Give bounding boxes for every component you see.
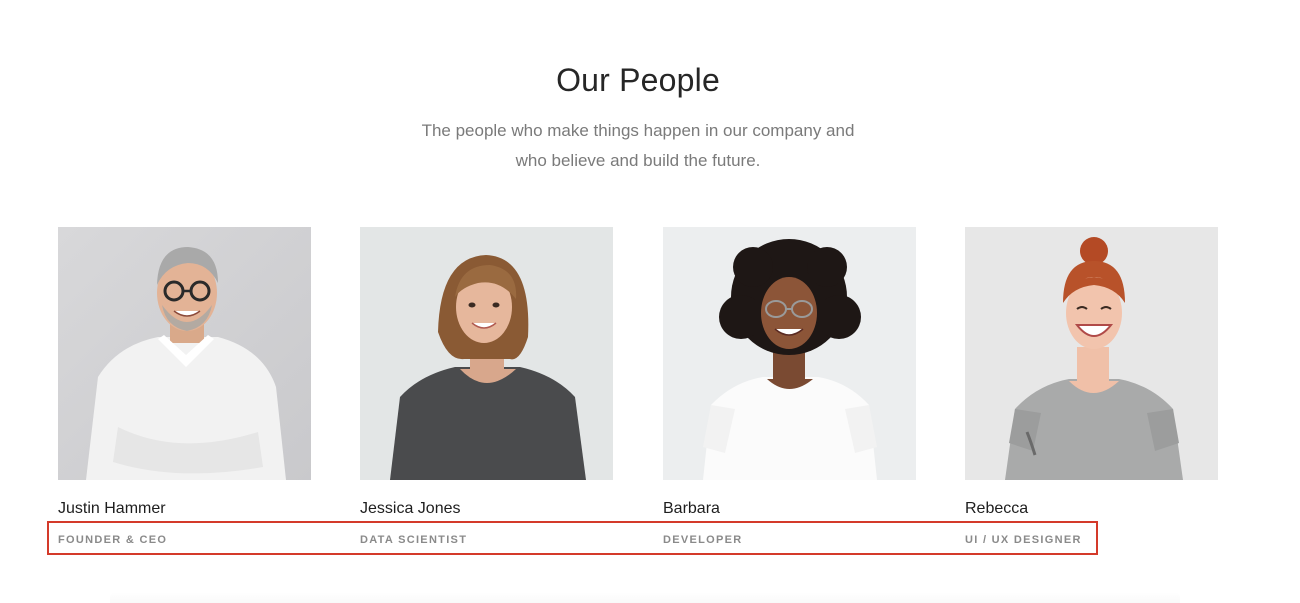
team-member-card[interactable]: Justin Hammer FOUNDER & CEO	[58, 227, 311, 546]
team-member-name: Jessica Jones	[360, 500, 461, 517]
woman-red-bun-grey-tshirt-photo	[965, 227, 1218, 480]
subtitle-line-1: The people who make things happen in our…	[421, 121, 855, 140]
team-member-card[interactable]: Rebecca UI / UX DESIGNER	[965, 227, 1218, 546]
section-title: Our People	[556, 62, 720, 98]
team-grid: Justin Hammer FOUNDER & CEO Jessica Jone…	[58, 227, 1218, 557]
subtitle-line-2: who believe and build the future.	[515, 151, 761, 170]
team-member-photo[interactable]	[965, 227, 1218, 480]
team-member-photo[interactable]	[58, 227, 311, 480]
woman-curly-hair-glasses-photo	[663, 227, 916, 480]
section-subtitle: The people who make things happen in our…	[0, 116, 1276, 176]
team-member-name: Justin Hammer	[58, 500, 166, 517]
team-member-card[interactable]: Jessica Jones DATA SCIENTIST	[360, 227, 613, 546]
team-member-photo[interactable]	[663, 227, 916, 480]
next-section-shadow	[110, 592, 1180, 603]
team-member-card[interactable]: Barbara DEVELOPER	[663, 227, 916, 546]
man-glasses-white-shirt-photo	[58, 227, 311, 480]
team-member-name: Rebecca	[965, 500, 1029, 517]
woman-dark-tshirt-photo	[360, 227, 613, 480]
roles-highlight-box	[47, 521, 1098, 555]
team-member-photo[interactable]	[360, 227, 613, 480]
team-member-name: Barbara	[663, 500, 720, 517]
